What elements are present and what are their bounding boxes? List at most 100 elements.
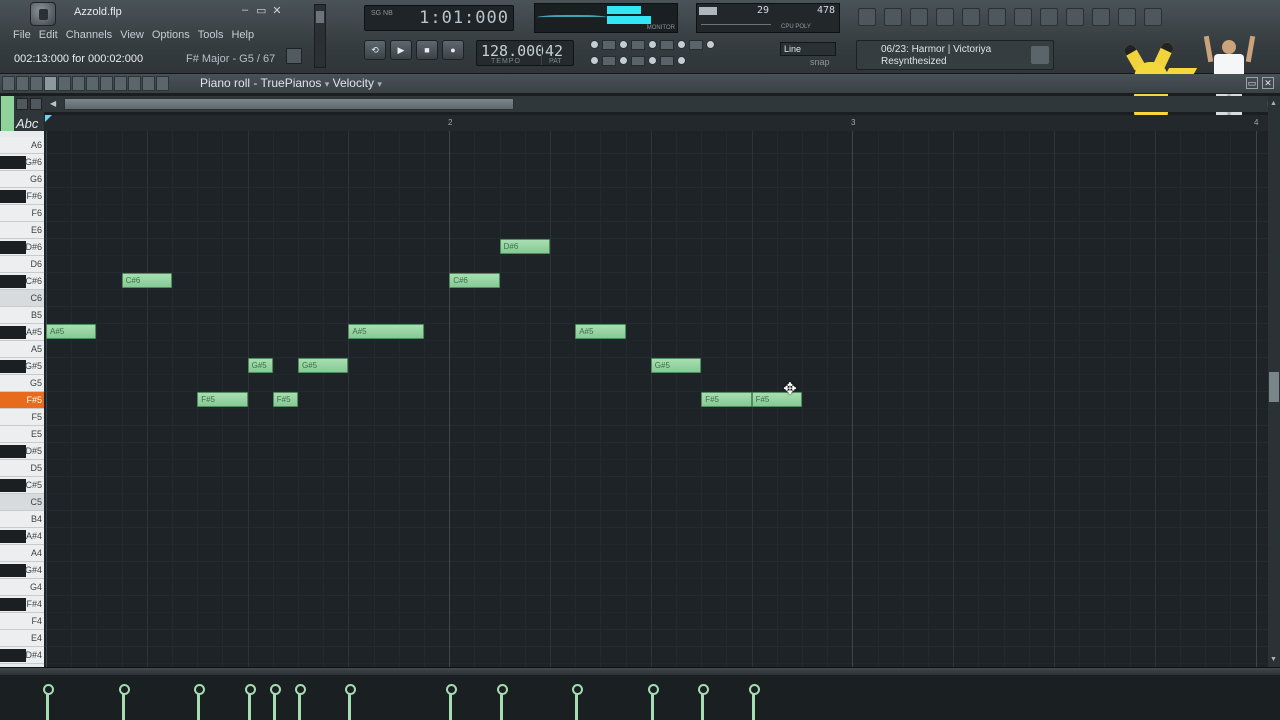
plugin-icon[interactable] bbox=[1040, 8, 1058, 26]
piano-key-fs6[interactable]: F#6 bbox=[0, 188, 44, 205]
velocity-bar[interactable] bbox=[194, 684, 206, 720]
zoom-tool-icon[interactable] bbox=[128, 76, 141, 91]
piano-key-as4[interactable]: A#4 bbox=[0, 528, 44, 545]
playback-tool-icon[interactable] bbox=[142, 76, 155, 91]
switch-a[interactable] bbox=[590, 56, 599, 65]
metronome-toggle[interactable] bbox=[590, 40, 599, 49]
magnet-icon[interactable] bbox=[16, 76, 29, 91]
piano-key-gs4[interactable]: G#4 bbox=[0, 562, 44, 579]
piano-key-f5[interactable]: F5 bbox=[0, 409, 44, 426]
menu-channels[interactable]: Channels bbox=[65, 29, 113, 41]
toolbar-scroll[interactable] bbox=[314, 4, 326, 68]
event-pane-splitter[interactable] bbox=[0, 667, 1280, 675]
piano-key-ds4[interactable]: D#4 bbox=[0, 647, 44, 664]
note-names-toggle[interactable]: Abc bbox=[16, 116, 38, 131]
piano-roll-note[interactable]: F#5 bbox=[701, 392, 752, 407]
menu-options[interactable]: Options bbox=[151, 29, 191, 41]
piano-roll-note[interactable]: G#5 bbox=[298, 358, 349, 373]
timeline-ruler[interactable] bbox=[44, 115, 1268, 131]
download-icon[interactable] bbox=[1031, 46, 1049, 64]
piano-roll-icon[interactable] bbox=[910, 8, 928, 26]
brush-tool-icon[interactable] bbox=[58, 76, 71, 91]
menu-view[interactable]: View bbox=[119, 29, 145, 41]
mute-toggle[interactable] bbox=[706, 40, 715, 49]
browser-icon[interactable] bbox=[936, 8, 954, 26]
piano-key-g4[interactable]: G4 bbox=[0, 579, 44, 596]
record-button[interactable]: ● bbox=[442, 40, 464, 60]
play-button[interactable]: ▶ bbox=[390, 40, 412, 60]
fl-logo-icon[interactable] bbox=[30, 2, 56, 26]
song-time-display[interactable]: SG NB 1:01:000 bbox=[364, 5, 514, 31]
piano-key-g6[interactable]: G6 bbox=[0, 171, 44, 188]
velocity-bar[interactable] bbox=[345, 684, 357, 720]
maximize-button[interactable]: ▭ bbox=[1246, 77, 1258, 89]
piano-roll-note[interactable]: D#6 bbox=[499, 239, 550, 254]
slice-tool-icon[interactable] bbox=[100, 76, 113, 91]
piano-key-gs6[interactable]: G#6 bbox=[0, 154, 44, 171]
piano-key-a6[interactable]: A6 bbox=[0, 137, 44, 154]
piano-roll-note[interactable]: F#5 bbox=[272, 392, 298, 407]
piano-roll-note[interactable]: G#5 bbox=[650, 358, 702, 373]
chevron-down-icon[interactable]: ▾ bbox=[377, 79, 382, 89]
close-button[interactable]: ✕ bbox=[272, 4, 282, 17]
speaker-icon[interactable] bbox=[660, 56, 674, 66]
piano-roll-note[interactable]: A#5 bbox=[575, 324, 626, 339]
mixer-icon[interactable] bbox=[962, 8, 980, 26]
piano-key-gs5[interactable]: G#5 bbox=[0, 358, 44, 375]
piano-key-b5[interactable]: B5 bbox=[0, 307, 44, 324]
piano-roll-note[interactable]: A#5 bbox=[348, 324, 424, 339]
menu-help[interactable]: Help bbox=[230, 29, 255, 41]
playhead-marker-icon[interactable] bbox=[45, 115, 52, 122]
mute-tool-icon[interactable] bbox=[86, 76, 99, 91]
velocity-bar[interactable] bbox=[295, 684, 306, 720]
pencil-tool-icon[interactable] bbox=[44, 76, 57, 91]
piano-roll-note[interactable]: F#5 bbox=[197, 392, 248, 407]
piano-key-d5[interactable]: D5 bbox=[0, 460, 44, 477]
piano-key-ds6[interactable]: D#6 bbox=[0, 239, 44, 256]
pen-icon[interactable] bbox=[631, 56, 645, 66]
velocity-bar[interactable] bbox=[698, 684, 710, 720]
velocity-bar[interactable] bbox=[43, 684, 54, 720]
horizontal-scroll-thumb[interactable] bbox=[64, 98, 514, 110]
menu-tools[interactable]: Tools bbox=[197, 29, 225, 41]
menu-edit[interactable]: Edit bbox=[38, 29, 59, 41]
piano-key-fs5[interactable]: F#5 bbox=[0, 392, 44, 409]
restore-button[interactable]: ▭ bbox=[256, 4, 266, 17]
vertical-scroll-thumb[interactable] bbox=[1269, 372, 1279, 402]
blend-notes-icon[interactable] bbox=[631, 40, 645, 50]
piano-key-a4[interactable]: A4 bbox=[0, 545, 44, 562]
velocity-event-pane[interactable] bbox=[0, 675, 1280, 720]
typing-keyboard-icon[interactable] bbox=[286, 48, 302, 64]
piano-key-e5[interactable]: E5 bbox=[0, 426, 44, 443]
stamp-icon[interactable] bbox=[30, 76, 43, 91]
piano-keyboard[interactable]: A6 G#6 G6 F#6 F6 E6 D#6 D6 C#6 C6 B5 A#5 A5 G#5 G5 F#5 F… bbox=[0, 131, 44, 667]
step-sequencer-icon[interactable] bbox=[884, 8, 902, 26]
oscilloscope-monitor[interactable]: MONITOR bbox=[534, 3, 678, 33]
chevron-down-icon[interactable]: ▾ bbox=[325, 79, 330, 89]
step-edit-icon[interactable] bbox=[602, 40, 616, 50]
snap-select[interactable]: Line bbox=[780, 42, 836, 56]
piano-key-f4[interactable]: F4 bbox=[0, 613, 44, 630]
playlist-icon[interactable] bbox=[858, 8, 876, 26]
velocity-bar[interactable] bbox=[118, 684, 130, 720]
switch-b[interactable] bbox=[619, 56, 628, 65]
velocity-bar[interactable] bbox=[269, 684, 281, 720]
piano-roll-title[interactable]: Piano roll - TruePianos ▾ Velocity ▾ bbox=[200, 76, 382, 90]
velocity-bar[interactable] bbox=[748, 684, 760, 720]
scroll-left-icon[interactable] bbox=[16, 98, 28, 110]
wait-icon[interactable] bbox=[602, 56, 616, 66]
close-button[interactable]: ✕ bbox=[1262, 77, 1274, 89]
menu-arrow-icon[interactable] bbox=[2, 76, 15, 91]
piano-key-cs5[interactable]: C#5 bbox=[0, 477, 44, 494]
piano-key-as5[interactable]: A#5 bbox=[0, 324, 44, 341]
piano-key-c6[interactable]: C6 bbox=[0, 290, 44, 307]
multilink-icon[interactable] bbox=[689, 40, 703, 50]
help-icon[interactable] bbox=[1144, 8, 1162, 26]
cpu-panel-icon[interactable] bbox=[1118, 8, 1136, 26]
velocity-bar[interactable] bbox=[244, 684, 256, 720]
piano-roll-note[interactable]: G#5 bbox=[247, 358, 273, 373]
online-icon[interactable] bbox=[1092, 8, 1110, 26]
speaker-tool-icon[interactable] bbox=[156, 76, 169, 91]
delete-tool-icon[interactable] bbox=[72, 76, 85, 91]
templates-icon[interactable] bbox=[1014, 8, 1032, 26]
